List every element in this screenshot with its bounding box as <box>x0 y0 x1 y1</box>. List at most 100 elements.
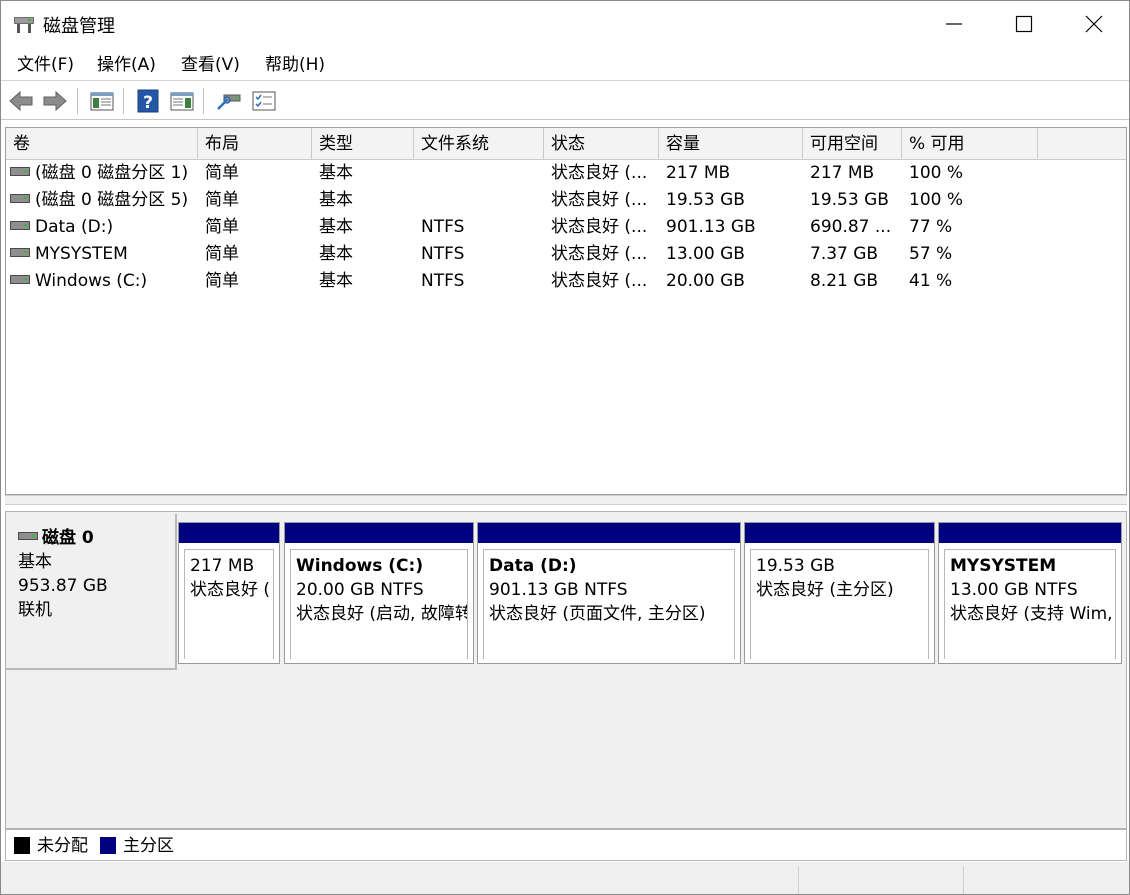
show-hide-action-pane-button[interactable] <box>168 87 196 115</box>
close-button[interactable] <box>1059 1 1129 47</box>
table-row[interactable]: Windows (C:) 简单 基本 NTFS 状态良好 (... 20.00 … <box>6 268 1126 295</box>
rescan-disks-icon <box>217 94 241 110</box>
filesystem-cell <box>414 160 544 187</box>
column-header-type[interactable]: 类型 <box>312 128 414 159</box>
partition-size: 13.00 GB NTFS <box>950 580 1078 600</box>
capacity-cell: 217 MB <box>666 163 731 183</box>
legend-swatch-primary <box>100 837 116 854</box>
partition-status: 状态良好 ( <box>190 580 271 600</box>
layout-cell: 简单 <box>205 271 239 291</box>
partition-block[interactable]: Windows (C:) 20.00 GB NTFS 状态良好 (启动, 故障转 <box>284 522 474 664</box>
menu-file[interactable]: 文件(F) <box>17 53 74 77</box>
capacity-cell: 13.00 GB <box>666 244 745 264</box>
partition-block[interactable]: 217 MB 状态良好 ( <box>178 522 280 664</box>
type-cell: 基本 <box>319 271 353 291</box>
volume-list[interactable]: 卷 布局 类型 文件系统 状态 容量 可用空间 % 可用 (磁盘 0 磁盘分区 … <box>5 127 1127 495</box>
column-header-volume[interactable]: 卷 <box>6 128 198 159</box>
volume-name-cell: Windows (C:) <box>6 268 198 295</box>
list-header: 卷 布局 类型 文件系统 状态 容量 可用空间 % 可用 <box>6 128 1126 160</box>
partition-size: 19.53 GB <box>756 556 835 576</box>
pane-splitter[interactable] <box>5 495 1127 505</box>
disk-info-panel[interactable]: 磁盘 0 基本 953.87 GB 联机 <box>6 514 177 670</box>
legend-label-primary: 主分区 <box>123 836 174 856</box>
capacity-cell: 20.00 GB <box>666 271 745 291</box>
show-hide-console-tree-icon <box>90 92 114 111</box>
partition-details: 217 MB 状态良好 ( <box>184 549 274 659</box>
disk-label: 磁盘 0 <box>18 526 175 550</box>
graphical-disk-view[interactable]: 磁盘 0 基本 953.87 GB 联机 217 MB 状态良好 ( Windo… <box>5 511 1127 829</box>
show-hide-console-tree-button[interactable] <box>88 87 116 115</box>
column-header-filesystem[interactable]: 文件系统 <box>414 128 544 159</box>
free-space-cell: 19.53 GB <box>810 190 889 210</box>
partition-block[interactable]: MYSYSTEM 13.00 GB NTFS 状态良好 (支持 Wim, <box>938 522 1122 664</box>
capacity-cell: 19.53 GB <box>666 190 745 210</box>
percent-free-cell: 100 % <box>909 163 964 183</box>
filesystem-cell: NTFS <box>421 244 465 264</box>
partition-details: Data (D:) 901.13 GB NTFS 状态良好 (页面文件, 主分区… <box>483 549 735 659</box>
volume-icon <box>10 221 30 230</box>
table-row[interactable]: (磁盘 0 磁盘分区 5) 简单 基本 状态良好 (... 19.53 GB 1… <box>6 187 1126 214</box>
type-cell: 基本 <box>319 217 353 237</box>
toolbar-separator <box>203 88 204 114</box>
disk-management-icon <box>14 17 34 33</box>
status-pane-divider <box>963 866 964 894</box>
back-button[interactable] <box>7 87 35 115</box>
filesystem-cell: NTFS <box>421 217 465 237</box>
toolbar-separator <box>77 88 78 114</box>
free-space-cell: 217 MB <box>810 163 875 183</box>
type-cell: 基本 <box>319 190 353 210</box>
percent-free-cell: 100 % <box>909 190 964 210</box>
properties-button[interactable] <box>250 87 278 115</box>
status-cell: 状态良好 (... <box>551 190 648 210</box>
column-header-free-space[interactable]: 可用空间 <box>803 128 902 159</box>
partition-details: Windows (C:) 20.00 GB NTFS 状态良好 (启动, 故障转 <box>290 549 468 659</box>
maximize-button[interactable] <box>989 1 1059 47</box>
layout-cell: 简单 <box>205 217 239 237</box>
status-cell: 状态良好 (... <box>551 271 648 291</box>
type-cell: 基本 <box>319 244 353 264</box>
partition-block[interactable]: 19.53 GB 状态良好 (主分区) <box>744 522 935 664</box>
percent-free-cell: 77 % <box>909 217 953 237</box>
status-cell: 状态良好 (... <box>551 244 648 264</box>
properties-checklist-icon <box>252 91 276 111</box>
svg-text:?: ? <box>143 93 153 113</box>
help-button[interactable]: ? <box>134 87 162 115</box>
toolbar-separator <box>123 88 124 114</box>
rescan-disks-button[interactable] <box>215 87 243 115</box>
partition-status: 状态良好 (启动, 故障转 <box>296 604 468 624</box>
legend-label-unallocated: 未分配 <box>37 836 88 856</box>
volume-name-cell: (磁盘 0 磁盘分区 1) <box>6 160 198 187</box>
partition-legend: 未分配 主分区 <box>5 829 1127 861</box>
volume-icon <box>10 167 30 176</box>
partition-type-bar <box>939 523 1121 543</box>
column-header-status[interactable]: 状态 <box>544 128 659 159</box>
volume-name-cell: Data (D:) <box>6 214 198 241</box>
partition-title: Data (D:) <box>489 556 577 576</box>
minimize-button[interactable] <box>919 1 989 47</box>
disk-kind: 基本 <box>18 552 52 572</box>
column-header-layout[interactable]: 布局 <box>198 128 312 159</box>
partition-type-bar <box>179 523 279 543</box>
partition-title: Windows (C:) <box>296 556 424 576</box>
minimize-icon <box>946 23 962 25</box>
layout-cell: 简单 <box>205 244 239 264</box>
menu-action[interactable]: 操作(A) <box>97 53 156 77</box>
menu-view[interactable]: 查看(V) <box>181 53 240 77</box>
title-bar[interactable]: 磁盘管理 <box>1 1 1129 47</box>
partition-type-bar <box>478 523 740 543</box>
back-arrow-icon <box>9 90 33 112</box>
percent-free-cell: 57 % <box>909 244 953 264</box>
table-row[interactable]: Data (D:) 简单 基本 NTFS 状态良好 (... 901.13 GB… <box>6 214 1126 241</box>
volume-icon <box>10 194 30 203</box>
menu-help[interactable]: 帮助(H) <box>265 53 325 77</box>
partition-size: 901.13 GB NTFS <box>489 580 628 600</box>
partition-block[interactable]: Data (D:) 901.13 GB NTFS 状态良好 (页面文件, 主分区… <box>477 522 741 664</box>
partition-size: 20.00 GB NTFS <box>296 580 424 600</box>
partition-size: 217 MB <box>190 556 255 576</box>
forward-button[interactable] <box>41 87 69 115</box>
table-row[interactable]: (磁盘 0 磁盘分区 1) 简单 基本 状态良好 (... 217 MB 217… <box>6 160 1126 187</box>
window-title: 磁盘管理 <box>43 16 115 37</box>
column-header-percent-free[interactable]: % 可用 <box>902 128 1038 159</box>
column-header-capacity[interactable]: 容量 <box>659 128 803 159</box>
table-row[interactable]: MYSYSTEM 简单 基本 NTFS 状态良好 (... 13.00 GB 7… <box>6 241 1126 268</box>
